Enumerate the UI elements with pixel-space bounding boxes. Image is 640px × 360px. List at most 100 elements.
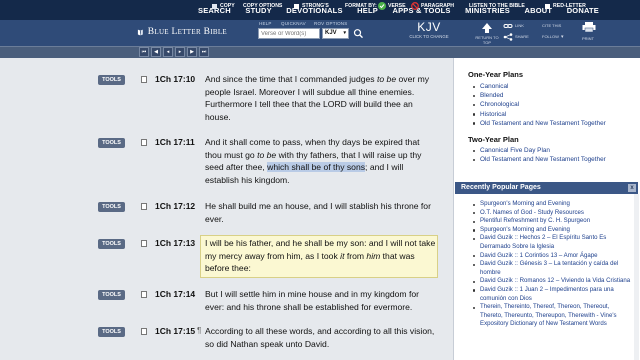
two-year-plan-list: Canonical Five Day Plan Old Testament an… bbox=[472, 146, 606, 164]
version-value: KJV bbox=[325, 30, 337, 36]
follow-label[interactable]: FOLLOW bbox=[542, 34, 559, 39]
verse-reference[interactable]: 1Ch 17:15 bbox=[155, 326, 195, 336]
note-icon[interactable] bbox=[141, 291, 147, 298]
verse-text: According to all these words, and accord… bbox=[205, 326, 435, 349]
print-icon[interactable] bbox=[581, 21, 597, 33]
copy-icon bbox=[212, 3, 217, 9]
previous-chapter-icon[interactable]: ◀ bbox=[151, 47, 161, 57]
last-chapter-icon[interactable]: ⏭ bbox=[199, 47, 209, 57]
copy-options-button[interactable]: COPY OPTIONS bbox=[243, 0, 282, 12]
verse-reference[interactable]: 1Ch 17:13 bbox=[155, 238, 195, 248]
close-icon[interactable]: x bbox=[628, 184, 636, 192]
plan-link[interactable]: Canonical bbox=[472, 82, 606, 91]
share-icon[interactable] bbox=[503, 33, 513, 41]
chevron-down-icon: ▾ bbox=[343, 30, 346, 36]
tools-button[interactable]: TOOLS bbox=[98, 138, 125, 148]
first-chapter-icon[interactable]: ⏮ bbox=[139, 47, 149, 57]
link-label[interactable]: LINK bbox=[515, 23, 524, 28]
popular-page-link[interactable]: O.T. Names of God - Study Resources bbox=[472, 209, 632, 218]
format-verse-option[interactable]: VERSE bbox=[378, 0, 406, 12]
format-paragraph-option[interactable]: PARAGRAPH bbox=[411, 0, 454, 12]
note-icon[interactable] bbox=[141, 139, 147, 146]
search-input[interactable] bbox=[258, 28, 320, 39]
sidebar-scrollbar[interactable] bbox=[634, 194, 639, 360]
popular-pages-title: Recently Popular Pages bbox=[461, 184, 541, 191]
popular-page-link[interactable]: David Guzik :: Hechos 2 – El Espíritu Sa… bbox=[472, 234, 632, 251]
version-select[interactable]: KJV ▾ bbox=[322, 28, 349, 39]
quicknav-label[interactable]: QUICKNAV bbox=[281, 21, 306, 26]
link-icon[interactable] bbox=[503, 22, 513, 30]
red-letter-label: RED-LETTER bbox=[553, 3, 586, 9]
return-to-top-icon[interactable] bbox=[478, 21, 496, 35]
verse-text: But I will settle him in mine house and … bbox=[205, 289, 419, 312]
popular-page-link[interactable]: David Guzik :: 1 Corintios 13 – Amor Ága… bbox=[472, 252, 632, 261]
red-letter-checkbox[interactable] bbox=[545, 3, 550, 9]
one-year-plans-list: Canonical Blended Chronological Historic… bbox=[472, 82, 606, 128]
verse-reference[interactable]: 1Ch 17:12 bbox=[155, 201, 195, 211]
verse-text: He shall build me an house, and I will s… bbox=[205, 201, 431, 224]
format-by-label: FORMAT BY: bbox=[345, 3, 377, 9]
tools-button[interactable]: TOOLS bbox=[98, 75, 125, 85]
popular-pages-header: Recently Popular Pages x bbox=[455, 182, 638, 194]
plan-link[interactable]: Old Testament and New Testament Together bbox=[472, 119, 606, 128]
copy-label: COPY bbox=[220, 3, 235, 9]
verse-text: And since the time that I commanded judg… bbox=[205, 74, 430, 122]
verse-text: And it shall come to pass, when thy days… bbox=[205, 137, 422, 185]
verse-text: I will be his father, and he shall be my… bbox=[205, 238, 436, 274]
popular-page-link[interactable]: Therein, Thereinto, Thereof, Thereon, Th… bbox=[472, 303, 632, 329]
popular-pages-list: Spurgeon's Morning and Evening O.T. Name… bbox=[472, 200, 632, 329]
red-letter-toggle[interactable]: RED-LETTER bbox=[545, 0, 586, 12]
share-label[interactable]: SHARE bbox=[515, 34, 529, 39]
previous-verse-icon[interactable]: ◂ bbox=[163, 47, 173, 57]
popular-page-link[interactable]: David Guzik :: Romanos 12 – Viviendo la … bbox=[472, 277, 632, 286]
verse-reference[interactable]: 1Ch 17:11 bbox=[155, 137, 195, 147]
rov-options-label[interactable]: ROV OPTIONS bbox=[314, 21, 347, 26]
popular-page-link[interactable]: Spurgeon's Morning and Evening bbox=[472, 226, 632, 235]
popular-page-link[interactable]: Plentiful Refreshment by C. H. Spurgeon bbox=[472, 217, 632, 226]
return-to-top-label[interactable]: RETURN TO TOP bbox=[475, 35, 499, 45]
format-paragraph-label: PARAGRAPH bbox=[421, 3, 455, 9]
search-icon[interactable] bbox=[352, 28, 365, 39]
version-switcher[interactable]: KJV CLICK TO CHANGE bbox=[409, 21, 449, 39]
listen-to-bible-button[interactable]: LISTEN TO THE BIBLE bbox=[469, 0, 525, 12]
strongs-checkbox[interactable] bbox=[294, 3, 299, 9]
bible-toolbar bbox=[0, 46, 640, 58]
one-year-plans-heading: One-Year Plans bbox=[468, 70, 524, 79]
paragraph-mark: ¶ bbox=[197, 326, 202, 335]
help-label[interactable]: HELP bbox=[259, 21, 272, 26]
popular-page-link[interactable]: Spurgeon's Morning and Evening bbox=[472, 200, 632, 209]
plan-link[interactable]: Old Testament and New Testament Together bbox=[472, 155, 606, 164]
note-icon[interactable] bbox=[141, 328, 147, 335]
tools-button[interactable]: TOOLS bbox=[98, 290, 125, 300]
tools-button[interactable]: TOOLS bbox=[98, 202, 125, 212]
note-icon[interactable] bbox=[141, 240, 147, 247]
copy-button[interactable]: COPY bbox=[212, 0, 235, 12]
format-verse-label: VERSE bbox=[388, 3, 406, 9]
note-icon[interactable] bbox=[141, 203, 147, 210]
verse-reference[interactable]: 1Ch 17:10 bbox=[155, 74, 195, 84]
logo-text: Blue Letter Bible bbox=[147, 27, 227, 37]
site-logo[interactable]: Blue Letter Bible bbox=[137, 22, 227, 42]
click-to-change-label: CLICK TO CHANGE bbox=[409, 34, 449, 39]
next-chapter-icon[interactable]: ▶ bbox=[187, 47, 197, 57]
book-logo-icon bbox=[137, 29, 143, 35]
popular-page-link[interactable]: David Guzik :: 1 Juan 2 – Impedimentos p… bbox=[472, 286, 632, 303]
next-verse-icon[interactable]: ▸ bbox=[175, 47, 185, 57]
popular-page-link[interactable]: David Guzik :: Génesis 3 – La tentación … bbox=[472, 260, 632, 277]
print-label[interactable]: PRINT bbox=[582, 36, 594, 41]
strongs-label: STRONG'S bbox=[302, 3, 329, 9]
cite-this-label[interactable]: CITE THIS bbox=[542, 23, 561, 28]
chevron-down-icon[interactable]: ▾ bbox=[561, 34, 564, 40]
tools-button[interactable]: TOOLS bbox=[98, 327, 125, 337]
two-year-plan-heading: Two-Year Plan bbox=[468, 135, 519, 144]
plan-link[interactable]: Chronological bbox=[472, 100, 606, 109]
tools-button[interactable]: TOOLS bbox=[98, 239, 125, 249]
strongs-toggle[interactable]: STRONG'S bbox=[294, 0, 329, 12]
verse-reference[interactable]: 1Ch 17:14 bbox=[155, 289, 195, 299]
plan-link[interactable]: Blended bbox=[472, 91, 606, 100]
plan-link[interactable]: Historical bbox=[472, 110, 606, 119]
note-icon[interactable] bbox=[141, 76, 147, 83]
check-icon bbox=[378, 2, 386, 10]
no-entry-icon bbox=[411, 2, 419, 10]
plan-link[interactable]: Canonical Five Day Plan bbox=[472, 146, 606, 155]
